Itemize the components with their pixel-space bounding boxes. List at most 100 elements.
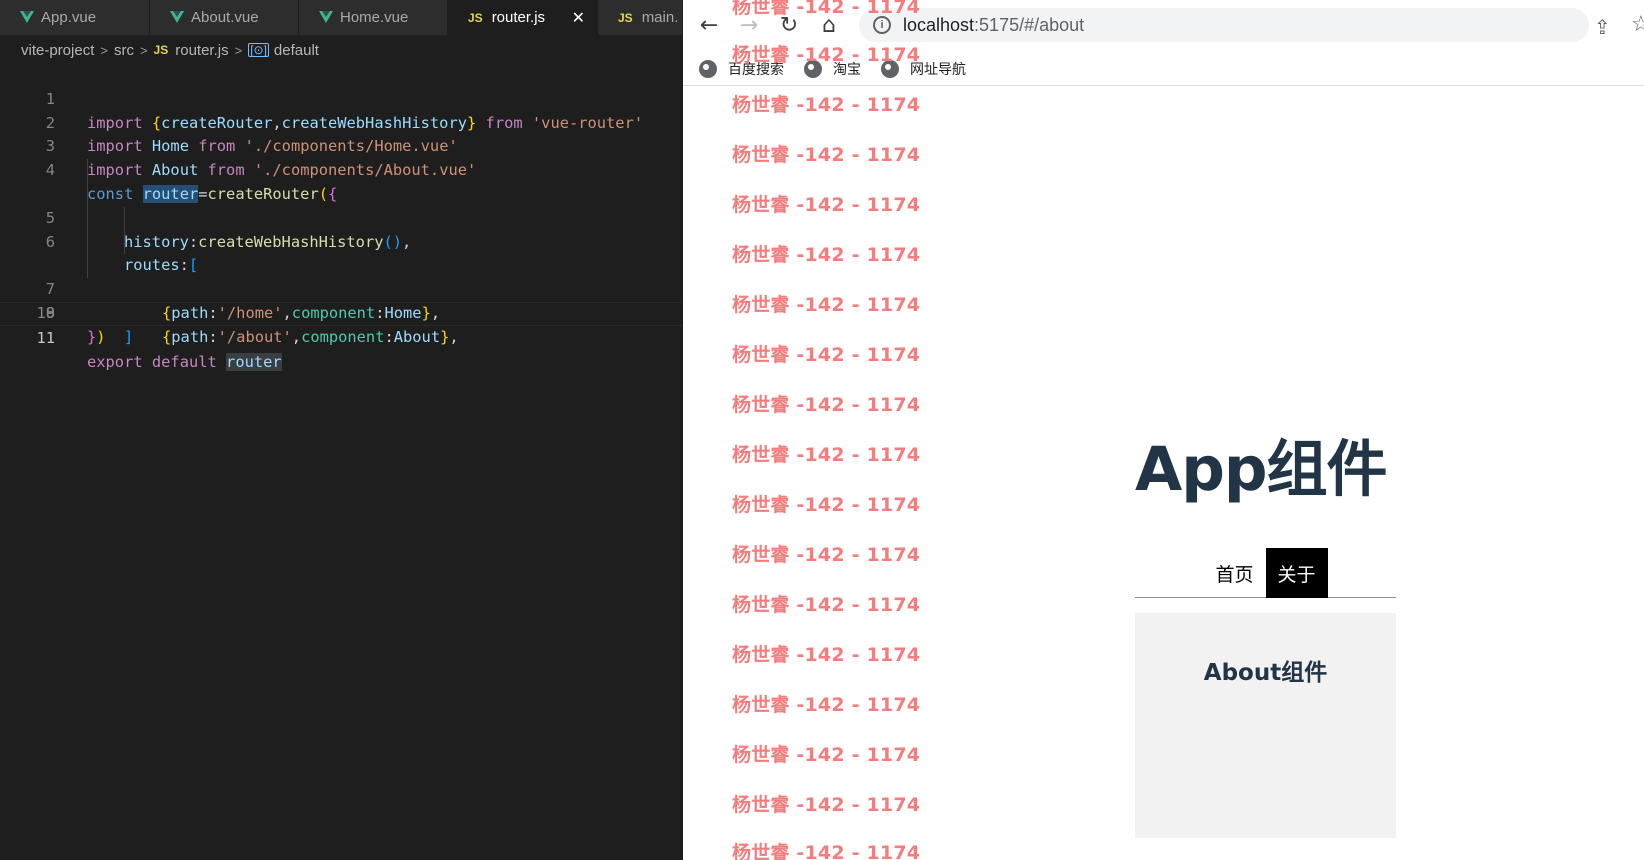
breadcrumb-item[interactable]: router.js <box>175 42 228 59</box>
browser-window: ← → ↻ ⌂ i localhost:5175/#/about ⇪ ☆ 百度搜… <box>683 0 1644 860</box>
watermark-text: 杨世睿 -142 - 1174 <box>732 744 921 766</box>
watermark-text: 杨世睿 -142 - 1174 <box>732 0 921 18</box>
code-line: 1 import {createRouter,createWebHashHist… <box>0 64 683 132</box>
breadcrumb-item[interactable]: vite-project <box>21 42 94 59</box>
indent-guide <box>87 182 88 207</box>
breadcrumb-item[interactable]: src <box>114 42 134 59</box>
watermark-text: 杨世睿 -142 - 1174 <box>732 344 921 366</box>
url-path: :5175/#/about <box>974 14 1085 35</box>
watermark-text: 杨世睿 -142 - 1174 <box>732 394 921 416</box>
editor-tab-bar: App.vue About.vue Home.vue JS router.js … <box>0 0 683 35</box>
code-line: 3 import About from './components/About.… <box>0 112 683 179</box>
indent-guide <box>87 159 88 183</box>
code-area[interactable]: 1 import {createRouter,createWebHashHist… <box>0 64 683 371</box>
app-title: App组件 <box>1135 434 1388 505</box>
chevron-right-icon: > <box>100 42 108 58</box>
code-text: {path:'/about',component:About}, <box>162 326 459 350</box>
code-token: : <box>384 327 394 346</box>
watermark-text: 杨世睿 -142 - 1174 <box>732 494 921 516</box>
watermark-text: 杨世睿 -142 - 1174 <box>732 644 921 666</box>
breadcrumb-item[interactable]: default <box>274 42 319 59</box>
tab-label: About.vue <box>191 9 259 26</box>
watermark-text: 杨世睿 -142 - 1174 <box>732 842 921 860</box>
code-line: 7 {path:'/home',component:Home}, <box>0 206 683 322</box>
nav-link-about[interactable]: 关于 <box>1265 548 1328 598</box>
share-icon[interactable]: ⇪ <box>1594 15 1611 39</box>
tab-router-js[interactable]: JS router.js ✕ <box>448 0 598 35</box>
code-line-current: 11 export default router <box>0 301 683 371</box>
close-icon[interactable]: ✕ <box>572 8 585 28</box>
watermark-text: 杨世睿 -142 - 1174 <box>732 44 921 66</box>
breadcrumb: vite-project > src > JS router.js > [⊙] … <box>0 37 683 63</box>
code-token: path <box>171 327 209 346</box>
watermark-text: 杨世睿 -142 - 1174 <box>732 794 921 816</box>
code-token: ] <box>124 327 134 346</box>
back-arrow-icon[interactable]: ← <box>697 13 721 38</box>
code-token: component <box>301 327 385 346</box>
code-line: 6 routes:[ <box>0 182 683 274</box>
vue-icon <box>20 11 34 23</box>
indent-guide <box>124 230 125 255</box>
code-token: , <box>449 327 459 346</box>
code-line: 5 history:createWebHashHistory(), <box>0 159 683 251</box>
watermark-text: 杨世睿 -142 - 1174 <box>732 194 921 216</box>
code-text: ] <box>124 326 133 350</box>
watermark-text: 杨世睿 -142 - 1174 <box>732 694 921 716</box>
vue-icon <box>170 11 184 23</box>
watermark-text: 杨世睿 -142 - 1174 <box>732 144 921 166</box>
globe-icon <box>699 59 717 78</box>
code-token: , <box>291 327 302 346</box>
tab-label: Home.vue <box>340 9 409 26</box>
code-editor: App.vue About.vue Home.vue JS router.js … <box>0 0 683 860</box>
js-icon: JS <box>468 10 483 25</box>
router-view: About组件 <box>1135 613 1396 838</box>
tab-main-js[interactable]: JS main. <box>598 0 683 35</box>
tab-label: main. <box>641 9 679 26</box>
address-bar[interactable]: i localhost:5175/#/about <box>859 8 1589 42</box>
watermark-text: 杨世睿 -142 - 1174 <box>732 594 921 616</box>
router-nav: 首页 关于 <box>1135 548 1396 598</box>
tab-about-vue[interactable]: About.vue <box>150 0 299 35</box>
line-number: 11 <box>36 328 55 347</box>
tab-label: App.vue <box>41 9 97 26</box>
code-line: 10 }) <box>0 278 683 346</box>
code-line: 9 ] <box>0 254 683 346</box>
code-token: ) <box>96 327 106 346</box>
about-title: About组件 <box>1203 660 1328 686</box>
code-line: 8 {path:'/about',component:About}, <box>0 230 683 346</box>
code-text: }) <box>87 326 106 350</box>
tab-label: router.js <box>491 9 546 26</box>
code-line: 2 import Home from './components/Home.vu… <box>0 88 683 156</box>
js-icon: JS <box>153 43 169 57</box>
bookmark-star-icon[interactable]: ☆ <box>1631 12 1644 37</box>
indent-guide <box>124 206 125 231</box>
tab-home-vue[interactable]: Home.vue <box>299 0 448 35</box>
code-token: export <box>87 352 143 371</box>
code-text: export default router <box>87 351 282 375</box>
code-token: { <box>162 327 172 346</box>
watermark-text: 杨世睿 -142 - 1174 <box>732 544 921 566</box>
code-line: 4 const router=createRouter({ <box>0 135 683 203</box>
chevron-right-icon: > <box>139 42 148 58</box>
code-token-highlighted: router <box>226 352 282 371</box>
js-icon: JS <box>618 10 633 25</box>
watermark-text: 杨世睿 -142 - 1174 <box>732 244 921 266</box>
indent-guide <box>87 254 88 279</box>
chevron-right-icon: > <box>234 42 243 58</box>
indent-guide <box>87 230 88 255</box>
code-token: } <box>87 327 97 346</box>
watermark-text: 杨世睿 -142 - 1174 <box>732 294 921 316</box>
code-token: About <box>393 327 441 346</box>
code-token: '/about' <box>217 327 292 346</box>
indent-guide <box>87 206 88 231</box>
watermark-text: 杨世睿 -142 - 1174 <box>732 94 921 116</box>
nav-link-home[interactable]: 首页 <box>1203 548 1265 598</box>
watermark-text: 杨世睿 -142 - 1174 <box>732 444 921 466</box>
code-token: : <box>208 327 218 346</box>
tab-app-vue[interactable]: App.vue <box>0 0 150 35</box>
vue-app: App组件 首页 关于 About组件 <box>1135 430 1396 838</box>
code-token: default <box>151 352 217 371</box>
symbol-variable-icon: [⊙] <box>248 43 269 57</box>
vue-icon <box>319 11 333 23</box>
code-token: } <box>440 327 450 346</box>
